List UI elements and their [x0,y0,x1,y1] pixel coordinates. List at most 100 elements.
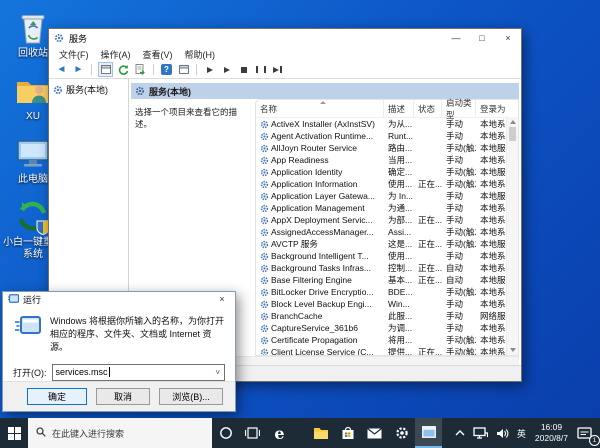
ime-indicator[interactable]: 英 [513,418,530,448]
services-menu-bar: 文件(F) 操作(A) 查看(V) 帮助(H) [49,47,521,61]
run-icon [15,315,41,354]
scroll-down-icon[interactable] [509,348,516,352]
properties-icon[interactable] [177,63,190,76]
service-startup-type: 手动 [446,203,464,213]
taskbar-search-input[interactable]: 在此键入进行搜索 [28,418,212,448]
column-description[interactable]: 描述 [384,100,414,117]
mail-button[interactable] [361,418,388,448]
resume-service-icon[interactable] [220,63,233,76]
desktop-icon-label: 此电脑 [18,174,48,185]
scrollbar-thumb[interactable] [509,127,516,141]
reinstall-tool-icon [15,199,51,235]
service-row[interactable]: Application Layer Gatewa... 为 In... 手动 本地服务 [256,190,507,202]
service-name: Certificate Propagation [256,335,384,345]
service-name: App Readiness [256,155,384,165]
start-service-icon[interactable] [203,63,216,76]
forward-icon[interactable]: ► [72,63,85,76]
menu-file[interactable]: 文件(F) [53,48,95,61]
services-title-bar[interactable]: 服务 — □ × [49,29,521,47]
services-app-icon [54,33,65,43]
show-hidden-icons-button[interactable] [451,418,469,448]
service-row[interactable]: Application Management 为通... 手动 本地系统 [256,202,507,214]
close-button[interactable]: × [495,29,521,47]
combobox-dropdown-icon[interactable]: ˅ [215,368,224,377]
vertical-scrollbar[interactable] [506,117,518,355]
menu-view[interactable]: 查看(V) [137,48,179,61]
service-name: AllJoyn Router Service [256,143,384,153]
service-row[interactable]: Background Intelligent T... 使用... 手动 本地系统 [256,250,507,262]
this-pc-icon [15,136,51,172]
stop-service-icon[interactable] [237,63,250,76]
service-row[interactable]: Application Information 使用... 正在... 手动(触发..… [256,178,507,190]
service-startup-type: 手动(触发... [446,347,476,355]
service-row[interactable]: Certificate Propagation 将用... 手动(触发... 本地系统 [256,334,507,346]
show-console-tree-icon[interactable] [98,62,113,77]
service-row[interactable]: AppX Deployment Servic... 为部... 正在... 手动 本地系… [256,214,507,226]
service-startup-type: 手动 [446,191,464,201]
task-view-button[interactable] [239,418,266,448]
column-startup-type[interactable]: 启动类型 [442,98,476,120]
service-row[interactable]: AllJoyn Router Service 路由... 手动(触发... 本地服务 [256,142,507,154]
open-input-value[interactable]: services.msc [56,367,108,377]
open-combobox[interactable]: services.msc ˅ [51,363,225,381]
help-icon[interactable]: ? [160,63,173,76]
service-row[interactable]: Base Filtering Engine 基本... 正在... 自动 本地服务 [256,274,507,286]
file-explorer-button[interactable] [307,418,334,448]
run-title-bar[interactable]: 运行 × [3,292,235,307]
service-logon-as: 本地系统 [480,119,507,129]
service-description: Assi... [388,227,412,237]
network-button[interactable] [469,418,492,448]
service-description: 控制... [388,263,413,273]
service-name: Application Layer Gatewa... [256,191,384,201]
close-icon[interactable]: × [209,292,235,306]
service-gear-icon [260,132,269,140]
export-list-icon[interactable] [134,63,147,76]
column-status[interactable]: 状态 [414,100,442,117]
scroll-up-icon[interactable] [509,120,516,124]
service-description: BDE... [388,287,413,297]
minimize-button[interactable]: — [443,29,469,47]
settings-button[interactable] [388,418,415,448]
menu-action[interactable]: 操作(A) [95,48,137,61]
service-startup-type: 手动(触发... [446,287,476,297]
service-name: AssignedAccessManager... [256,227,384,237]
start-button[interactable] [0,418,28,448]
service-row[interactable]: BranchCache 此服... 手动 网络服务 [256,310,507,322]
services-node-icon [53,85,63,94]
service-logon-as: 本地服务 [480,143,507,153]
service-row[interactable]: Block Level Backup Engi... Win... 手动 本地系统 [256,298,507,310]
pause-service-icon[interactable] [254,63,267,76]
system-tray: 英 16:09 2020/8/7 1 [451,418,600,448]
service-row[interactable]: AssignedAccessManager... Assi... 手动(触发... 本… [256,226,507,238]
cancel-button[interactable]: 取消 [96,387,150,405]
run-dialog: 运行 × Windows 将根据你所输入的名称，为你打开相应的程序、文件夹、文档… [2,291,236,412]
ok-button[interactable]: 确定 [27,387,87,405]
column-logon-as[interactable]: 登录为 [476,100,507,117]
maximize-button[interactable]: □ [469,29,495,47]
service-row[interactable]: Client License Service (C... 提供... 正在... 手动… [256,346,507,355]
cortana-button[interactable] [212,418,239,448]
service-row[interactable]: BitLocker Drive Encryptio... BDE... 手动(触发.… [256,286,507,298]
service-row[interactable]: Agent Activation Runtime... Runt... 手动 本地系统 [256,130,507,142]
column-name[interactable]: 名称 [256,100,384,117]
store-button[interactable] [334,418,361,448]
taskbar-active-window-services[interactable] [415,418,442,448]
browse-button[interactable]: 浏览(B)... [159,387,223,405]
edge-button[interactable]: e [266,418,293,448]
restart-service-icon[interactable] [271,63,284,76]
windows-logo-icon [7,426,21,440]
taskbar-clock[interactable]: 16:09 2020/8/7 [530,422,573,443]
search-placeholder: 在此键入进行搜索 [52,428,125,439]
service-row[interactable]: Application Identity 确定... 手动(触发... 本地服务 [256,166,507,178]
store-icon [342,426,353,439]
refresh-icon[interactable] [117,63,130,76]
service-row[interactable]: Background Tasks Infras... 控制... 正在... 自动 本地… [256,262,507,274]
back-icon[interactable]: ◄ [55,63,68,76]
action-center-button[interactable]: 1 [573,418,600,448]
menu-help[interactable]: 帮助(H) [179,48,222,61]
service-row[interactable]: App Readiness 当用... 手动 本地系统 [256,154,507,166]
service-row[interactable]: AVCTP 服务这是... 正在... 手动(触发... 本地服务 [256,238,507,250]
tree-item-services-local[interactable]: 服务(本地) [53,83,128,96]
volume-button[interactable] [492,418,513,448]
service-row[interactable]: CaptureService_361b6 为调... 手动 本地系统 [256,322,507,334]
